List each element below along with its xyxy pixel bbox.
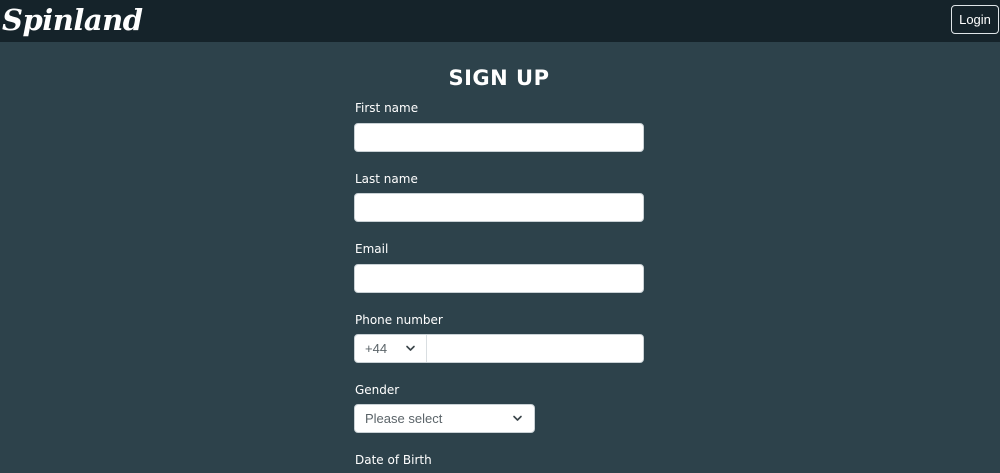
chevron-down-icon (512, 413, 523, 424)
phone-number-input[interactable] (427, 335, 643, 362)
gender-selected-value: Please select (365, 411, 443, 426)
country-code-value: +44 (365, 341, 388, 356)
spinland-logo[interactable]: Spinland (2, 0, 143, 40)
phone-number-field: +44 (354, 334, 644, 363)
login-button[interactable]: Login (951, 5, 999, 34)
country-code-select[interactable]: +44 (355, 335, 427, 362)
top-navbar: Spinland Login (0, 0, 1000, 42)
gender-label: Gender (355, 383, 400, 397)
gender-select[interactable]: Please select (354, 404, 535, 433)
last-name-label: Last name (355, 172, 418, 186)
email-label: Email (355, 242, 389, 256)
first-name-input[interactable] (354, 123, 644, 152)
page-title: SIGN UP (448, 66, 550, 90)
last-name-input[interactable] (354, 193, 644, 222)
chevron-down-icon (405, 343, 416, 354)
email-input[interactable] (354, 264, 644, 293)
phone-number-label: Phone number (355, 313, 443, 327)
date-of-birth-label: Date of Birth (355, 453, 432, 467)
logo-text: Spinland (2, 3, 143, 37)
first-name-label: First name (355, 101, 419, 115)
